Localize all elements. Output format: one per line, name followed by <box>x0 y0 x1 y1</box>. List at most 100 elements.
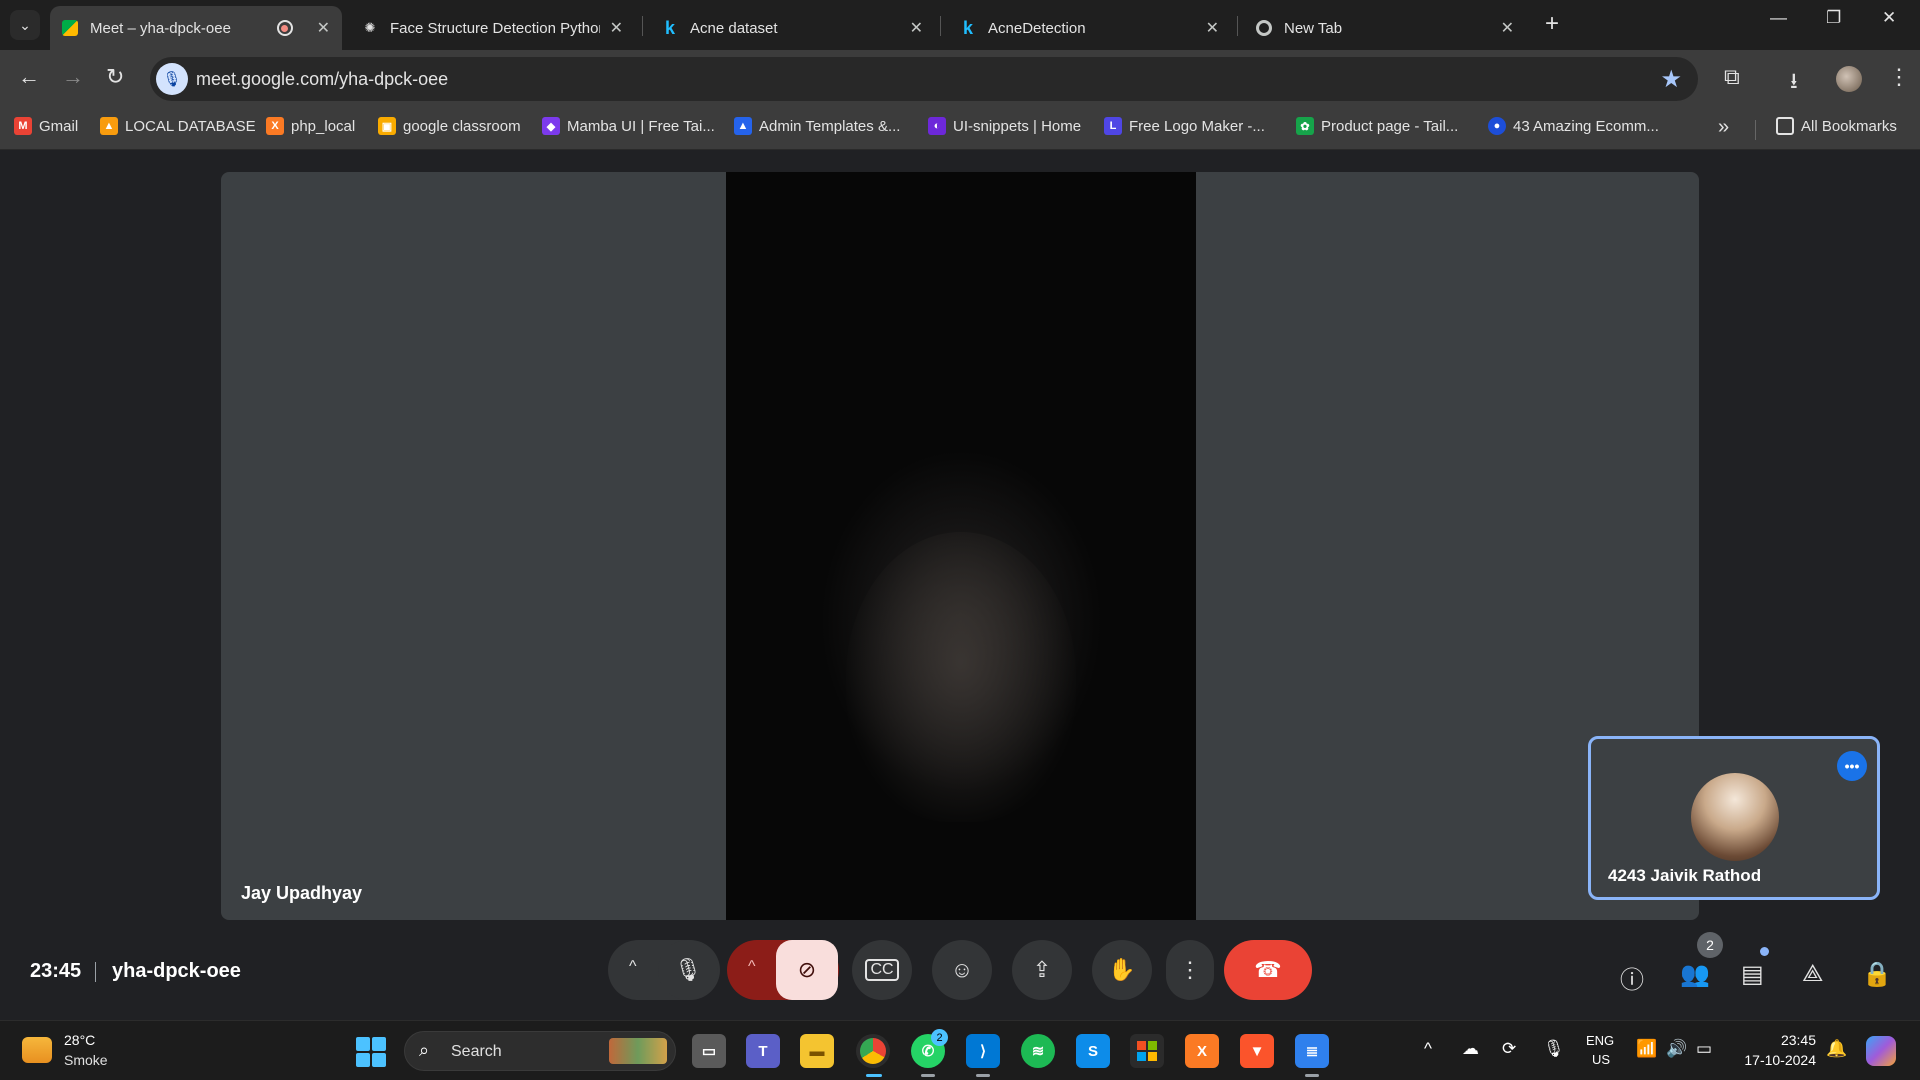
bookmark-php-local[interactable]: X php_local <box>266 117 355 135</box>
download-icon[interactable]: ⭳ <box>1790 64 1798 102</box>
bookmark-label: LOCAL DATABASE <box>125 117 256 135</box>
bookmark-local-database[interactable]: ▲ LOCAL DATABASE <box>100 117 256 135</box>
bookmark-admin-templates[interactable]: ▲ Admin Templates &... <box>734 117 900 135</box>
close-window-button[interactable]: ✕ <box>1882 8 1896 28</box>
microphone-button[interactable]: 🎙 <box>658 940 718 1000</box>
tab-face-structure[interactable]: ✺ Face Structure Detection Pythor ✕ <box>350 6 635 50</box>
new-tab-button[interactable]: + <box>1545 10 1559 38</box>
search-icon: ⌕ <box>419 1040 430 1060</box>
activities-icon[interactable]: ⟁ <box>1802 960 1823 988</box>
tab-acne-dataset[interactable]: k Acne dataset ✕ <box>650 6 935 50</box>
chrome-icon[interactable] <box>856 1034 890 1068</box>
microphone-tray-icon[interactable]: 🎙 <box>1543 1039 1565 1059</box>
windows-start-icon[interactable] <box>356 1037 386 1067</box>
xampp-icon: X <box>266 117 284 135</box>
captions-button[interactable]: CC <box>852 940 912 1000</box>
bookmark-free-logo-maker[interactable]: L Free Logo Maker -... <box>1104 117 1265 135</box>
leave-call-button[interactable]: ☎ <box>1224 940 1312 1000</box>
chrome-icon <box>1256 20 1272 36</box>
participant-face <box>846 532 1076 822</box>
address-bar[interactable]: 🎙 meet.google.com/yha-dpck-oee ★ <box>150 57 1698 101</box>
self-view-tile[interactable]: ••• 4243 Jaivik Rathod <box>1588 736 1880 900</box>
people-icon[interactable]: 👥 <box>1680 960 1710 989</box>
weather-icon[interactable] <box>22 1037 52 1063</box>
bookmark-label: google classroom <box>403 117 521 135</box>
bookmark-gmail[interactable]: M Gmail <box>14 117 78 135</box>
more-options-icon[interactable]: ••• <box>1837 751 1867 781</box>
copilot-icon[interactable] <box>1866 1036 1896 1066</box>
tab-new-tab[interactable]: New Tab ✕ <box>1244 6 1526 50</box>
browser-toolbar: ← → ↻ 🎙 meet.google.com/yha-dpck-oee ★ <box>0 50 1920 108</box>
end-call-icon: ☎ <box>1254 957 1282 982</box>
skype-icon[interactable]: S <box>1076 1034 1110 1068</box>
camera-off-button[interactable]: ⊘ <box>776 940 838 1000</box>
spotify-icon[interactable]: ≋ <box>1021 1034 1055 1068</box>
reload-button[interactable]: ↻ <box>106 64 124 90</box>
close-icon[interactable]: ✕ <box>910 18 923 38</box>
close-icon[interactable]: ✕ <box>1206 18 1219 38</box>
tab-separator <box>1237 16 1238 36</box>
closed-captions-icon: CC <box>865 959 899 981</box>
close-icon[interactable]: ✕ <box>1501 18 1514 38</box>
teams-icon[interactable]: T <box>746 1034 780 1068</box>
close-icon[interactable]: ✕ <box>610 18 623 38</box>
bookmark-mamba-ui[interactable]: ◆ Mamba UI | Free Tai... <box>542 117 715 135</box>
divider <box>95 962 96 982</box>
show-hidden-icons-chevron-icon[interactable]: ^ <box>1424 1039 1432 1059</box>
sync-icon[interactable]: ⟳ <box>1502 1039 1516 1059</box>
brave-icon[interactable]: ▼ <box>1240 1034 1274 1068</box>
meeting-details-info-icon[interactable]: ⓘ <box>1620 960 1644 995</box>
bookmark-label: php_local <box>291 117 356 135</box>
microphone-in-use-icon[interactable]: 🎙 <box>156 63 188 95</box>
battery-icon[interactable]: ▭ <box>1696 1039 1712 1059</box>
file-explorer-icon[interactable]: ▬ <box>800 1034 834 1068</box>
tab-meet[interactable]: Meet – yha-dpck-oee ✕ <box>50 6 342 50</box>
bookmark-star-icon[interactable]: ★ <box>1660 65 1682 94</box>
logomaker-icon: L <box>1104 117 1122 135</box>
restore-button[interactable]: ❐ <box>1826 8 1841 28</box>
windows-taskbar: 28°C Smoke ⌕ Search ▭ T ▬ ✆ 2 ⟩ ≋ S X ▼ … <box>0 1020 1920 1080</box>
bookmark-google-classroom[interactable]: ▣ google classroom <box>378 117 521 135</box>
host-controls-lock-icon[interactable]: 🔒 <box>1862 960 1892 989</box>
extensions-icon[interactable]: ⧉ <box>1724 64 1740 90</box>
xampp-icon[interactable]: X <box>1185 1034 1219 1068</box>
screen: ⌄ Meet – yha-dpck-oee ✕ ✺ Face Structure… <box>0 0 1920 1080</box>
menu-icon[interactable]: ⋮ <box>1888 64 1910 90</box>
wifi-icon[interactable]: 📶 <box>1636 1039 1657 1059</box>
clock-time[interactable]: 23:45 <box>1744 1032 1816 1048</box>
notepad-icon[interactable]: ≣ <box>1295 1034 1329 1068</box>
video-options-chevron-up-icon[interactable]: ^ <box>748 958 756 976</box>
reactions-button[interactable]: ☺ <box>932 940 992 1000</box>
forward-button[interactable]: → <box>62 64 84 90</box>
more-vert-icon: ⋮ <box>1179 957 1201 982</box>
uisnippets-icon: ◐ <box>928 117 946 135</box>
bookmark-ui-snippets[interactable]: ◐ UI-snippets | Home <box>928 117 1081 135</box>
all-bookmarks-button[interactable]: All Bookmarks <box>1776 117 1897 135</box>
close-icon[interactable]: ✕ <box>317 18 330 38</box>
bookmark-label: Product page - Tail... <box>1321 117 1459 135</box>
volume-icon[interactable]: 🔊 <box>1666 1039 1687 1059</box>
tab-acne-detection[interactable]: k AcneDetection ✕ <box>948 6 1231 50</box>
main-participant-tile[interactable]: Jay Upadhyay <box>221 172 1699 920</box>
onedrive-icon[interactable]: ☁ <box>1462 1039 1479 1059</box>
more-options-button[interactable]: ⋮ <box>1166 940 1214 1000</box>
meeting-code: yha-dpck-oee <box>112 960 241 982</box>
vscode-icon[interactable]: ⟩ <box>966 1034 1000 1068</box>
task-view-icon[interactable]: ▭ <box>692 1034 726 1068</box>
microsoft-store-icon[interactable] <box>1130 1034 1164 1068</box>
bookmark-43-amazing-ecomm[interactable]: ● 43 Amazing Ecomm... <box>1488 117 1659 135</box>
bookmark-product-page[interactable]: ✿ Product page - Tail... <box>1296 117 1458 135</box>
audio-options-chevron-up-icon[interactable]: ^ <box>629 958 637 976</box>
profile-avatar[interactable] <box>1836 66 1862 92</box>
raise-hand-button[interactable]: ✋ <box>1092 940 1152 1000</box>
present-screen-button[interactable]: ⇪ <box>1012 940 1072 1000</box>
taskbar-search-box[interactable]: ⌕ Search <box>404 1031 676 1071</box>
language-indicator[interactable]: ENG <box>1586 1033 1614 1048</box>
notification-bell-icon[interactable]: 🔔 <box>1826 1039 1847 1059</box>
bookmark-label: Mamba UI | Free Tai... <box>567 117 715 135</box>
minimize-button[interactable]: — <box>1770 8 1787 28</box>
chat-icon[interactable]: ▤ <box>1741 960 1764 989</box>
back-button[interactable]: ← <box>18 64 40 90</box>
tab-search-button[interactable]: ⌄ <box>10 10 40 40</box>
more-bookmarks-chevron-icon[interactable]: » <box>1718 116 1729 139</box>
